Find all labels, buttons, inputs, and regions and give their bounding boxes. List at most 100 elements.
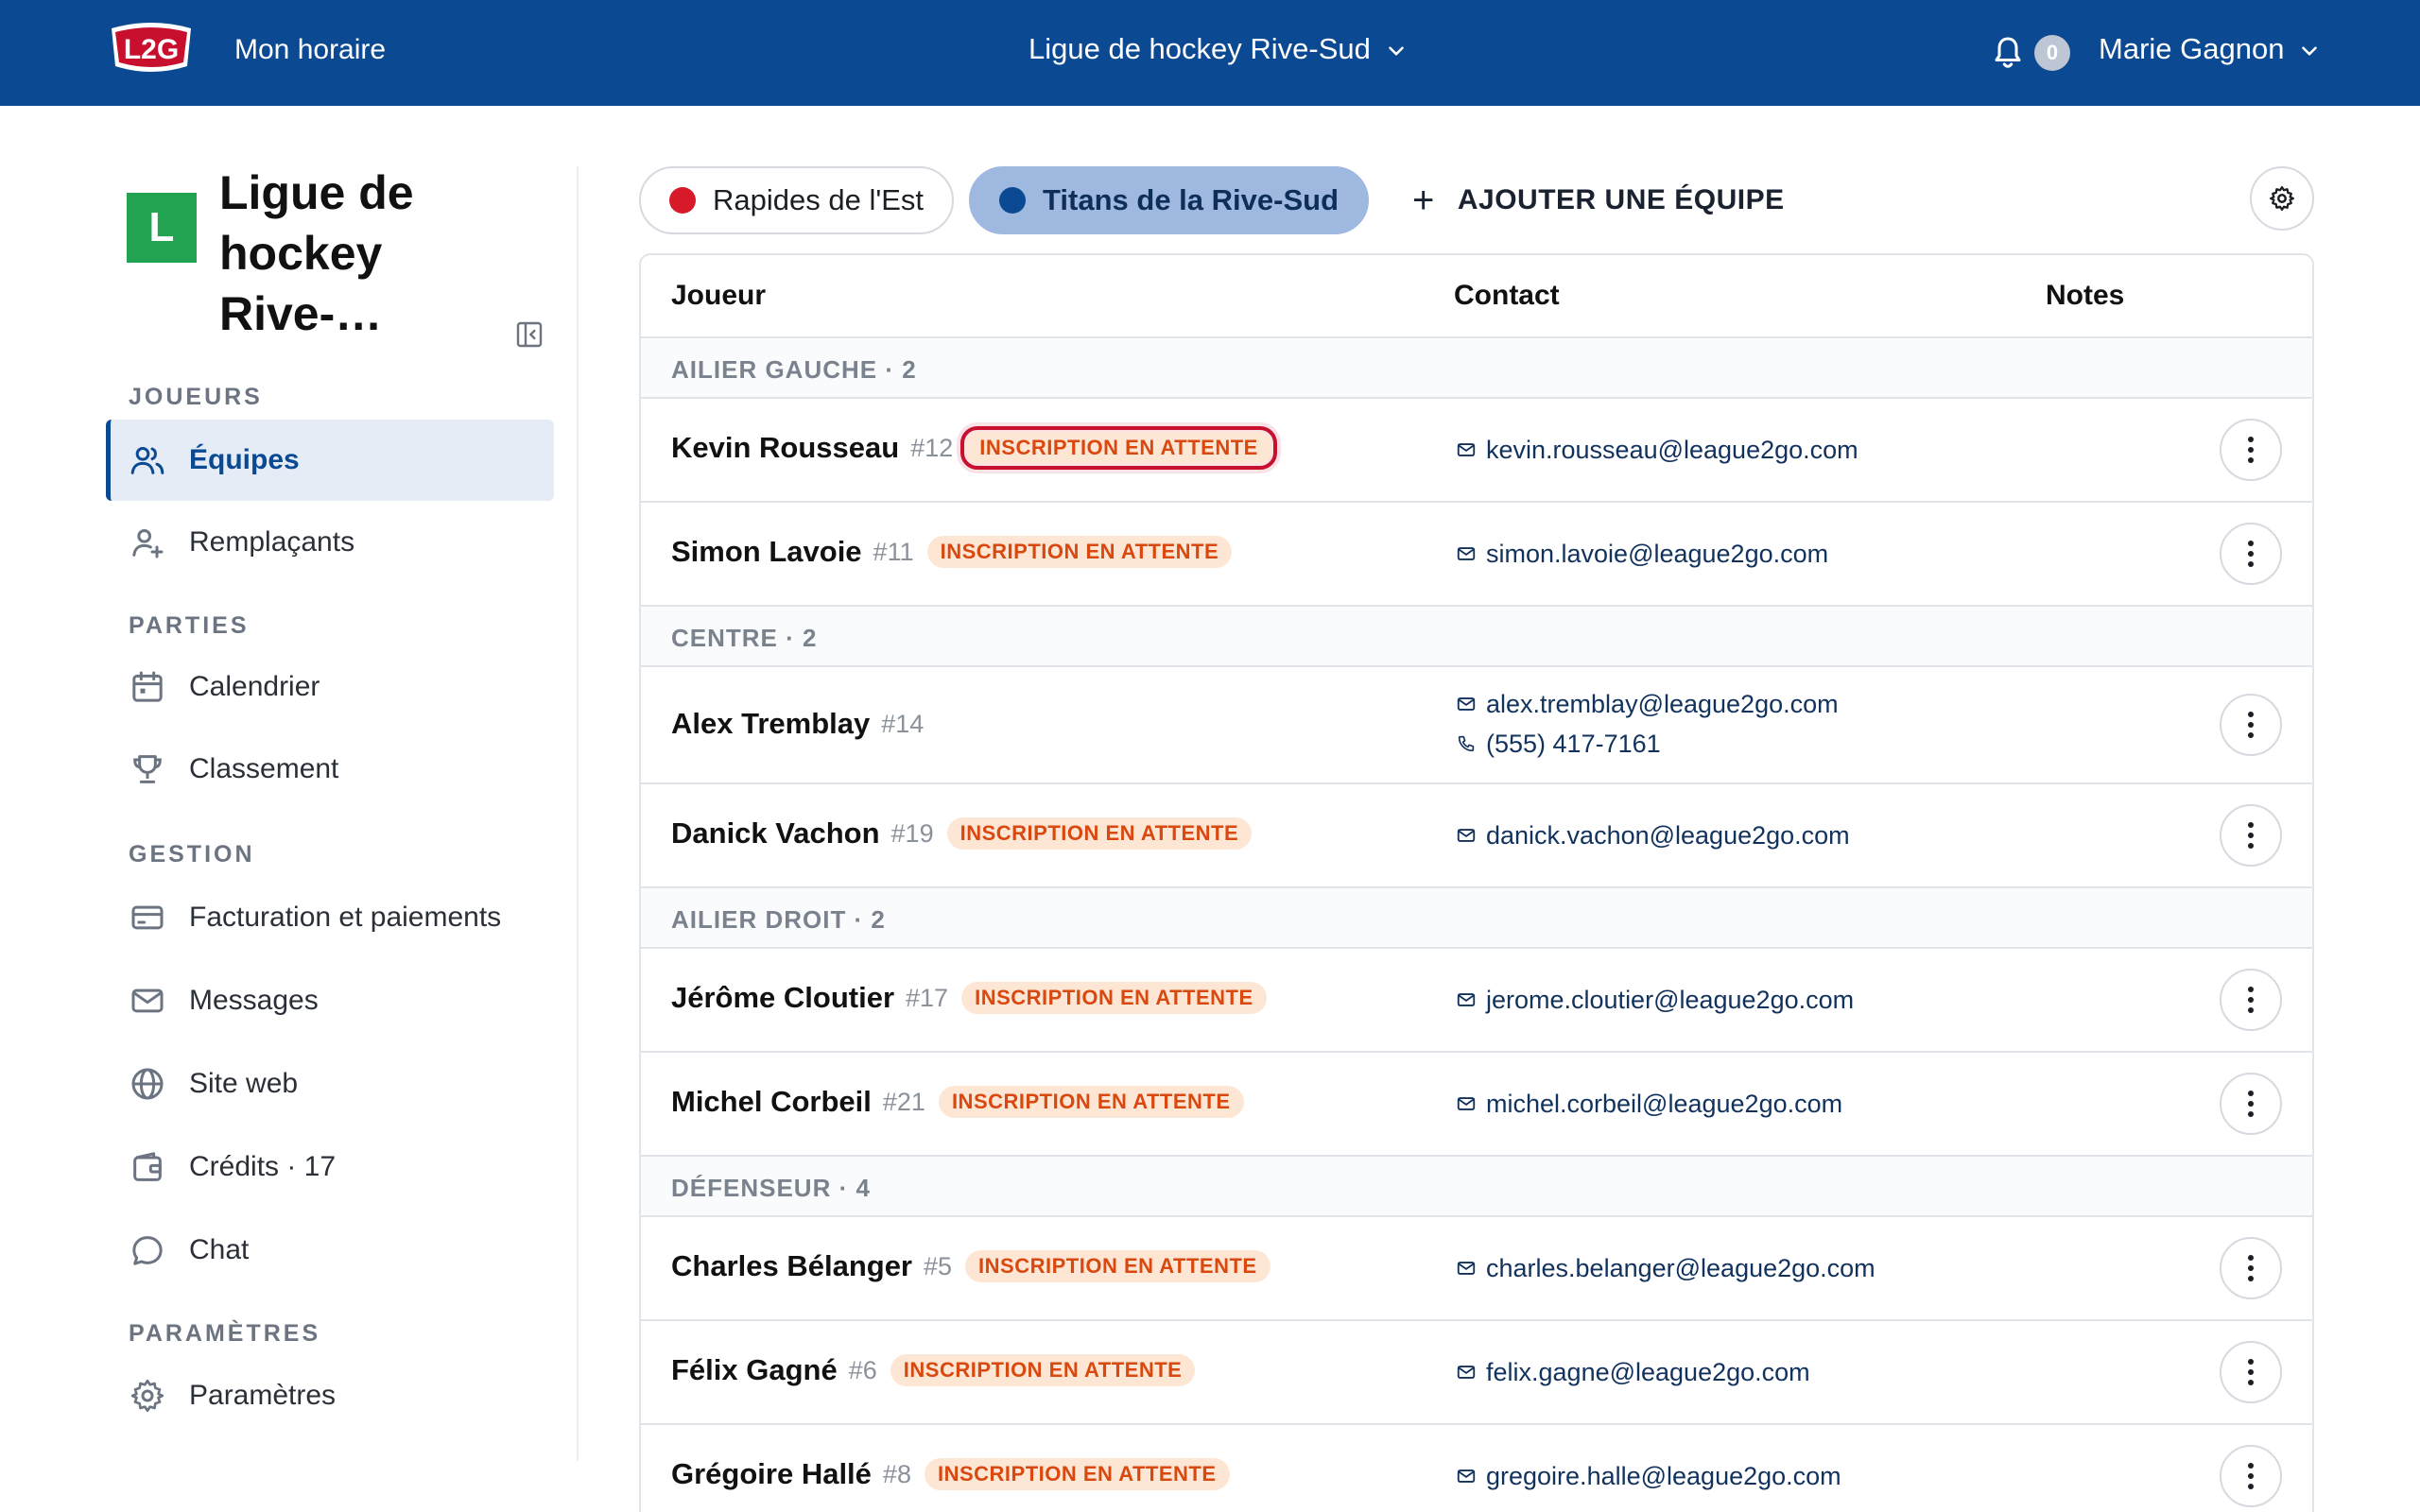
mail-icon bbox=[1457, 697, 1476, 711]
column-header-contact[interactable]: Contact bbox=[1454, 280, 1560, 312]
email-text: gregoire.halle@league2go.com bbox=[1486, 1461, 1841, 1490]
sidebar-item-messages[interactable]: Messages bbox=[106, 960, 554, 1041]
player-number: #6 bbox=[848, 1355, 877, 1384]
player-cell: Danick Vachon #19 INSCRIPTION EN ATTENTE bbox=[671, 816, 1253, 850]
my-schedule-link[interactable]: Mon horaire bbox=[234, 34, 386, 66]
contact-cell: jerome.cloutier@league2go.com bbox=[1456, 980, 1854, 1020]
email-link[interactable]: danick.vachon@league2go.com bbox=[1456, 816, 1850, 855]
sidebar-item-parametres[interactable]: Paramètres bbox=[106, 1355, 554, 1436]
email-link[interactable]: simon.lavoie@league2go.com bbox=[1456, 534, 1828, 574]
team-color-dot bbox=[999, 187, 1027, 214]
team-settings-button[interactable] bbox=[2250, 166, 2314, 231]
sidebar-item-calendrier[interactable]: Calendrier bbox=[106, 646, 554, 728]
group-header-defenseur: DÉFENSEUR · 4 bbox=[641, 1157, 2312, 1217]
more-vertical-icon bbox=[2248, 1255, 2254, 1281]
add-team-button[interactable]: + AJOUTER UNE ÉQUIPE bbox=[1412, 180, 1785, 222]
status-badge[interactable]: INSCRIPTION EN ATTENTE bbox=[924, 1458, 1230, 1490]
svg-text:L2G: L2G bbox=[124, 34, 179, 65]
table-row[interactable]: Félix Gagné #6 INSCRIPTION EN ATTENTE fe… bbox=[641, 1321, 2312, 1425]
row-actions-button[interactable] bbox=[2220, 804, 2282, 867]
status-badge[interactable]: INSCRIPTION EN ATTENTE bbox=[965, 1250, 1270, 1282]
email-link[interactable]: kevin.rousseau@league2go.com bbox=[1456, 430, 1858, 470]
globe-icon bbox=[129, 1065, 166, 1103]
table-row[interactable]: Kevin Rousseau #12 INSCRIPTION EN ATTENT… bbox=[641, 399, 2312, 503]
email-link[interactable]: alex.tremblay@league2go.com bbox=[1456, 684, 1839, 724]
group-label: CENTRE · 2 bbox=[671, 624, 818, 652]
team-tab-label: Titans de la Rive-Sud bbox=[1043, 183, 1339, 216]
email-link[interactable]: jerome.cloutier@league2go.com bbox=[1456, 980, 1854, 1020]
user-menu[interactable]: Marie Gagnon bbox=[2099, 32, 2322, 66]
status-badge[interactable]: INSCRIPTION EN ATTENTE bbox=[946, 817, 1253, 850]
notifications-bell-icon[interactable] bbox=[1991, 34, 2025, 72]
credit-card-icon bbox=[129, 899, 166, 936]
email-text: simon.lavoie@league2go.com bbox=[1486, 539, 1829, 568]
player-name[interactable]: Jérôme Cloutier bbox=[671, 981, 894, 1015]
player-cell: Michel Corbeil #21 INSCRIPTION EN ATTENT… bbox=[671, 1085, 1244, 1119]
mail-icon bbox=[1457, 993, 1476, 1006]
group-header-ailier-gauche: AILIER GAUCHE · 2 bbox=[641, 338, 2312, 399]
league-selector[interactable]: Ligue de hockey Rive-Sud bbox=[1028, 32, 1409, 66]
phone-link[interactable]: (555) 417-7161 bbox=[1456, 724, 1839, 764]
mail-icon bbox=[1457, 1469, 1476, 1483]
player-name[interactable]: Kevin Rousseau bbox=[671, 431, 899, 465]
more-vertical-icon bbox=[2248, 712, 2254, 738]
table-row[interactable]: Charles Bélanger #5 INSCRIPTION EN ATTEN… bbox=[641, 1217, 2312, 1321]
row-actions-button[interactable] bbox=[2220, 1073, 2282, 1135]
player-name[interactable]: Grégoire Hallé bbox=[671, 1457, 872, 1491]
email-link[interactable]: charles.belanger@league2go.com bbox=[1456, 1248, 1876, 1288]
section-title-joueurs: JOUEURS bbox=[129, 384, 263, 410]
sidebar-item-credits[interactable]: Crédits · 17 bbox=[106, 1126, 554, 1208]
player-name[interactable]: Alex Tremblay bbox=[671, 707, 870, 741]
status-badge[interactable]: INSCRIPTION EN ATTENTE bbox=[938, 1086, 1244, 1118]
group-label: AILIER DROIT · 2 bbox=[671, 905, 886, 934]
row-actions-button[interactable] bbox=[2220, 1445, 2282, 1507]
table-row[interactable]: Michel Corbeil #21 INSCRIPTION EN ATTENT… bbox=[641, 1053, 2312, 1157]
status-badge[interactable]: INSCRIPTION EN ATTENTE bbox=[926, 536, 1233, 568]
league-selector-label: Ligue de hockey Rive-Sud bbox=[1028, 32, 1371, 65]
row-actions-button[interactable] bbox=[2220, 969, 2282, 1031]
player-number: #12 bbox=[910, 433, 954, 462]
row-actions-button[interactable] bbox=[2220, 419, 2282, 481]
wallet-icon bbox=[129, 1148, 166, 1186]
sidebar-item-site-web[interactable]: Site web bbox=[106, 1043, 554, 1125]
player-name[interactable]: Michel Corbeil bbox=[671, 1085, 872, 1119]
table-row[interactable]: Jérôme Cloutier #17 INSCRIPTION EN ATTEN… bbox=[641, 949, 2312, 1053]
player-name[interactable]: Charles Bélanger bbox=[671, 1249, 912, 1283]
player-number: #19 bbox=[890, 818, 934, 848]
column-header-notes[interactable]: Notes bbox=[2046, 280, 2124, 312]
player-name[interactable]: Félix Gagné bbox=[671, 1353, 838, 1387]
collapse-sidebar-icon[interactable] bbox=[514, 319, 544, 350]
table-row[interactable]: Grégoire Hallé #8 INSCRIPTION EN ATTENTE… bbox=[641, 1425, 2312, 1512]
table-row[interactable]: Simon Lavoie #11 INSCRIPTION EN ATTENTE … bbox=[641, 503, 2312, 607]
status-badge[interactable]: INSCRIPTION EN ATTENTE bbox=[960, 426, 1277, 470]
sidebar-item-facturation[interactable]: Facturation et paiements bbox=[106, 877, 554, 958]
more-vertical-icon bbox=[2248, 1359, 2254, 1385]
email-link[interactable]: gregoire.halle@league2go.com bbox=[1456, 1456, 1841, 1496]
sidebar-item-equipes[interactable]: Équipes bbox=[106, 420, 554, 501]
email-link[interactable]: felix.gagne@league2go.com bbox=[1456, 1352, 1810, 1392]
sidebar-item-label: Remplaçants bbox=[189, 526, 355, 558]
row-actions-button[interactable] bbox=[2220, 1237, 2282, 1299]
row-actions-button[interactable] bbox=[2220, 523, 2282, 585]
tab-titans-de-la-rive-sud[interactable]: Titans de la Rive-Sud bbox=[969, 166, 1369, 234]
row-actions-button[interactable] bbox=[2220, 1341, 2282, 1403]
tab-rapides-de-l-est[interactable]: Rapides de l'Est bbox=[639, 166, 955, 234]
mail-icon bbox=[1457, 1097, 1476, 1110]
sidebar-item-remplacants[interactable]: Remplaçants bbox=[106, 502, 554, 583]
league2go-logo[interactable]: L2G bbox=[106, 19, 197, 83]
status-badge[interactable]: INSCRIPTION EN ATTENTE bbox=[890, 1354, 1196, 1386]
table-row[interactable]: Alex Tremblay #14 alex.tremblay@league2g… bbox=[641, 667, 2312, 784]
player-name[interactable]: Simon Lavoie bbox=[671, 535, 862, 569]
sidebar-item-classement[interactable]: Classement bbox=[106, 729, 554, 810]
player-name[interactable]: Danick Vachon bbox=[671, 816, 880, 850]
email-text: alex.tremblay@league2go.com bbox=[1486, 689, 1839, 718]
sidebar-item-label: Crédits · 17 bbox=[189, 1151, 337, 1182]
table-row[interactable]: Danick Vachon #19 INSCRIPTION EN ATTENTE… bbox=[641, 784, 2312, 888]
email-link[interactable]: michel.corbeil@league2go.com bbox=[1456, 1084, 1842, 1124]
column-header-player[interactable]: Joueur bbox=[671, 280, 766, 312]
status-badge[interactable]: INSCRIPTION EN ATTENTE bbox=[961, 982, 1267, 1014]
mail-icon bbox=[1457, 547, 1476, 560]
sidebar-item-chat[interactable]: Chat bbox=[106, 1210, 554, 1291]
user-name: Marie Gagnon bbox=[2099, 32, 2285, 65]
row-actions-button[interactable] bbox=[2220, 694, 2282, 756]
